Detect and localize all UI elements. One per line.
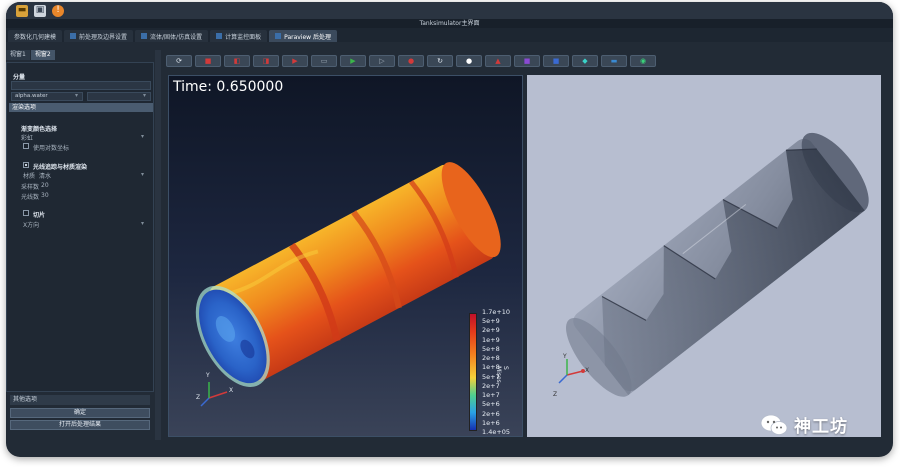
tab-icon <box>141 33 148 39</box>
axis-z-label: Z <box>553 391 558 398</box>
chevron-down-icon[interactable]: ▾ <box>141 133 144 140</box>
chevron-down-icon[interactable]: ▾ <box>141 171 144 178</box>
red-arrow-icon[interactable]: ▶ <box>282 55 308 67</box>
chevron-down-icon[interactable]: ▾ <box>141 220 144 227</box>
cyan-icon[interactable]: ◆ <box>572 55 598 67</box>
tank-transparent-render <box>558 132 869 397</box>
red-cone-icon[interactable]: ▲ <box>485 55 511 67</box>
colorbar-tick-label: 5e+8 <box>482 344 500 353</box>
monitor-icon[interactable]: ▬ <box>601 55 627 67</box>
slice-checkbox[interactable] <box>23 210 29 216</box>
colorbar <box>469 313 477 431</box>
open-results-button[interactable]: 打开后处理结果 <box>10 420 150 430</box>
left-3d-viewport[interactable]: Time: 0.650000 Z X Y 1.7e+10 5e+9 2e+9 1… <box>168 75 523 437</box>
colorbar-tick-label: 2e+7 <box>482 381 500 390</box>
purple-cube-icon[interactable]: ■ <box>514 55 540 67</box>
colorbar-tick-label: 2e+8 <box>482 354 500 363</box>
axis-z-label: Z <box>196 394 201 401</box>
render-options-header[interactable]: 渲染选项 <box>9 103 153 112</box>
rotate-icon[interactable]: ↻ <box>427 55 453 67</box>
raytrace-label: 光线追踪与材质渲染 <box>33 164 88 171</box>
rays-value[interactable]: 30 <box>41 192 49 199</box>
blue-cube-icon[interactable]: ■ <box>543 55 569 67</box>
component-field[interactable] <box>11 81 151 90</box>
red-sphere-icon[interactable]: ● <box>398 55 424 67</box>
slice-label: 切片 <box>33 212 46 219</box>
colorbar-tick-label: 5e+9 <box>482 317 500 326</box>
colorbar-tick-label: 2e+6 <box>482 409 500 418</box>
colormap-select[interactable]: 彩虹 <box>21 133 33 142</box>
rays-label: 光线数 <box>21 194 40 201</box>
colorbar-tick-label: 1.7e+10 <box>482 308 511 316</box>
field-secondary-select[interactable] <box>87 92 151 101</box>
axis-y-label: Y <box>206 372 210 379</box>
red-cube-icon[interactable]: ■ <box>195 55 221 67</box>
right-3d-viewport[interactable]: Z X Y <box>527 75 881 437</box>
colorbar-tick-label: 1e+6 <box>482 418 500 427</box>
material-label: 材质 <box>23 173 36 180</box>
log-scale-checkbox[interactable] <box>23 143 29 149</box>
field-select[interactable]: alpha.water <box>11 92 83 101</box>
viewport-subtabs: 视窗1 视窗2 <box>6 50 154 60</box>
colorbar-tick-label: 1.4e+05 <box>482 428 511 436</box>
render-toolbar: ⟳ ■ ◧ ◨ ▶ ▭ ▶ ▷ ● ↻ ● ▲ ■ ■ ◆ ▬ ◉ <box>166 55 880 69</box>
colormap-title: 渐变颜色选择 <box>21 126 58 133</box>
axis-x-label: X <box>585 367 590 374</box>
gray-arrow-icon[interactable]: ▷ <box>369 55 395 67</box>
axis-y-label: Y <box>563 353 567 360</box>
panel-divider[interactable] <box>155 50 161 440</box>
tab-monitor[interactable]: 计算监控面板 <box>210 30 268 42</box>
samples-label: 采样数 <box>21 184 40 191</box>
slice-icon[interactable]: ▭ <box>311 55 337 67</box>
left-settings-panel: 视窗1 视窗2 分量 alpha.water ▾ ▾ 渲染选项 渐变颜色选择 彩… <box>6 50 154 442</box>
axis-x-label: X <box>229 387 234 394</box>
subtab-view2[interactable]: 视窗2 <box>30 50 55 60</box>
folder-icon[interactable]: ▬ <box>16 4 28 17</box>
wechat-icon <box>760 414 788 435</box>
colorbar-tick-label: 1e+7 <box>482 391 500 400</box>
watermark-text: 神工坊 <box>794 417 848 437</box>
window-title: Tanksimulator主界面 <box>6 19 893 28</box>
green-arrow-icon[interactable]: ▶ <box>340 55 366 67</box>
colorbar-tick-label: 2e+9 <box>482 326 500 335</box>
refresh-icon[interactable]: ⟳ <box>166 55 192 67</box>
other-options-header[interactable]: 其他选项 <box>10 395 150 405</box>
chevron-down-icon[interactable]: ▾ <box>143 92 146 99</box>
white-sphere-icon[interactable]: ● <box>456 55 482 67</box>
material-value[interactable]: 清水 <box>39 171 51 180</box>
tab-icon <box>216 33 223 39</box>
tab-paraview[interactable]: Paraview 后处理 <box>269 30 337 42</box>
component-label: 分量 <box>13 74 26 81</box>
red-cube-3-icon[interactable]: ◨ <box>253 55 279 67</box>
raytrace-checkbox[interactable] <box>23 162 29 168</box>
colorbar-tick-label: 1e+9 <box>482 335 500 344</box>
tab-icon <box>275 33 282 39</box>
tab-simulation[interactable]: 流体/固体/仿真设置 <box>135 30 209 42</box>
colorbar-tick-label: 5e+6 <box>482 400 500 409</box>
save-icon[interactable]: ▣ <box>34 4 46 17</box>
tab-geometry[interactable]: 参数化几何建模 <box>8 30 63 42</box>
tab-icon <box>70 33 77 39</box>
log-scale-label: 使用对数坐标 <box>33 145 70 152</box>
camera-icon[interactable]: ◉ <box>630 55 656 67</box>
chevron-down-icon[interactable]: ▾ <box>75 92 78 99</box>
quick-toolbar: ▬ ▣ ! <box>6 2 893 19</box>
watermark: 神工坊 <box>760 412 848 437</box>
red-cube-2-icon[interactable]: ◧ <box>224 55 250 67</box>
info-icon[interactable]: ! <box>52 4 64 17</box>
settings-box: 分量 alpha.water ▾ ▾ 渲染选项 渐变颜色选择 彩虹 ▾ 使用对数… <box>6 62 154 392</box>
slice-direction-select[interactable]: X方向 <box>23 220 39 229</box>
subtab-view1[interactable]: 视窗1 <box>6 50 30 60</box>
tab-preprocess[interactable]: 前处理及边界设置 <box>64 30 134 42</box>
samples-value[interactable]: 20 <box>41 182 49 189</box>
colorbar-label: S Mises <box>495 366 509 383</box>
confirm-button[interactable]: 确定 <box>10 408 150 418</box>
axes-triad <box>200 382 228 407</box>
main-tab-bar: 参数化几何建模 前处理及边界设置 流体/固体/仿真设置 计算监控面板 Parav… <box>6 28 893 42</box>
